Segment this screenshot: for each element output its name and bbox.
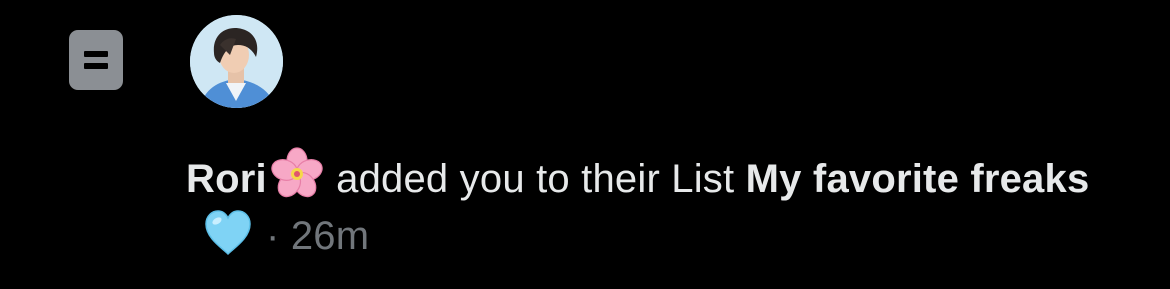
timestamp: 26m	[290, 214, 370, 258]
avatar[interactable]	[190, 15, 283, 108]
user-name[interactable]: Rori	[186, 157, 267, 201]
list-icon-bar	[84, 63, 108, 69]
list-notification[interactable]: Rori added you to their List My favorite…	[0, 0, 1170, 289]
list-icon	[69, 30, 123, 90]
light-blue-heart-icon	[205, 210, 251, 256]
avatar-image	[190, 15, 283, 108]
cherry-blossom-icon	[271, 147, 323, 198]
list-icon-bar	[84, 51, 108, 57]
separator-dot: ·	[266, 214, 280, 258]
list-name-link[interactable]: My favorite freaks	[746, 157, 1090, 201]
action-text: added you to their List	[324, 157, 746, 201]
notification-message: Rori added you to their List My favorite…	[186, 146, 1126, 264]
